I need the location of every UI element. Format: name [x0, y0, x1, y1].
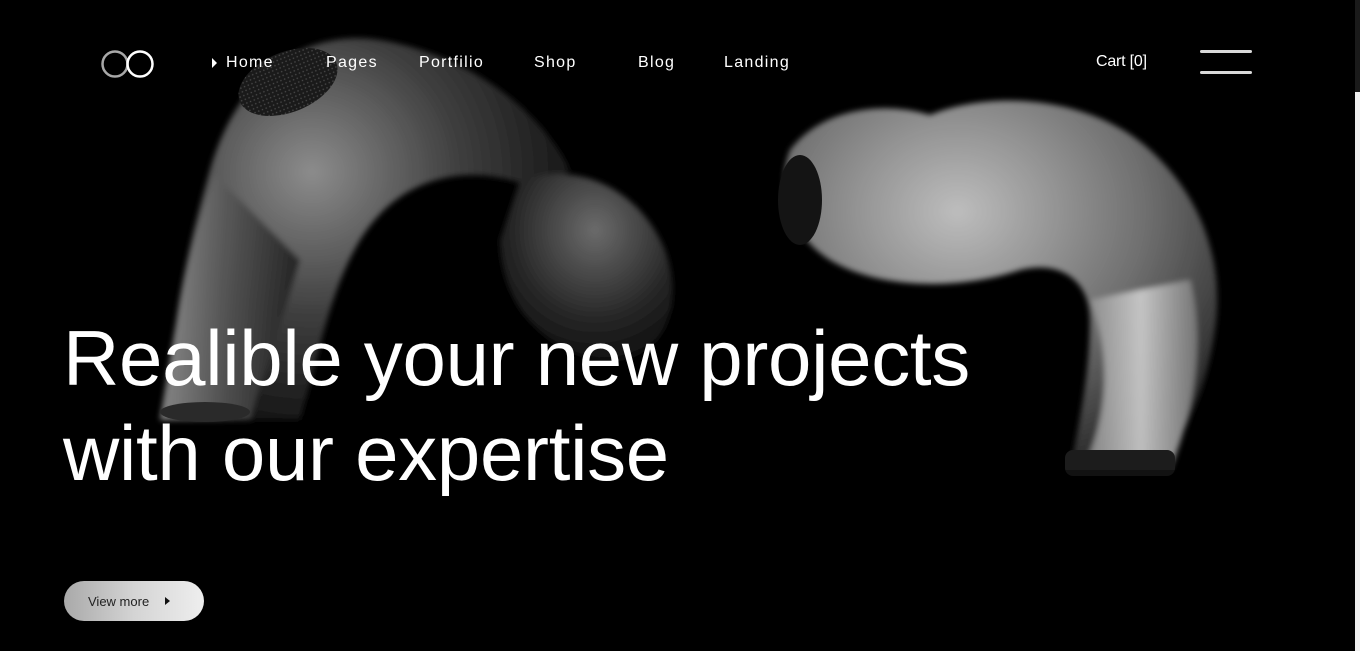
caret-right-icon: [165, 597, 171, 605]
caret-right-icon: [212, 58, 217, 68]
nav-item-landing[interactable]: Landing: [724, 52, 790, 74]
cart-link[interactable]: Cart [0]: [1096, 53, 1147, 71]
nav-item-home[interactable]: Home: [212, 52, 274, 74]
nav-item-shop[interactable]: Shop: [534, 52, 577, 74]
nav-item-blog[interactable]: Blog: [638, 52, 675, 74]
nav-item-label: Landing: [724, 54, 791, 71]
nav-item-label: Portfilio: [419, 54, 485, 71]
menu-bar: [1200, 50, 1252, 53]
scrollbar-thumb[interactable]: [1355, 0, 1360, 92]
menu-bar: [1200, 71, 1252, 74]
nav-item-label: Blog: [638, 54, 676, 71]
scrollbar-track[interactable]: [1355, 0, 1360, 651]
double-ring-logo-icon[interactable]: [100, 48, 158, 80]
hero-headline-line: Realible your new projects: [63, 314, 970, 402]
hero-headline: Realible your new projects with our expe…: [63, 311, 1063, 501]
nav-item-label: Home: [226, 54, 274, 71]
nav-item-label: Shop: [534, 54, 577, 71]
hero-headline-line: with our expertise: [63, 409, 669, 497]
nav-item-label: Pages: [326, 54, 378, 71]
nav-item-pages[interactable]: Pages: [326, 52, 378, 74]
view-more-button[interactable]: View more: [64, 581, 204, 621]
view-more-label: View more: [88, 593, 150, 609]
nav-item-portfolio[interactable]: Portfilio: [419, 52, 484, 74]
hamburger-menu-icon[interactable]: [1200, 50, 1252, 78]
